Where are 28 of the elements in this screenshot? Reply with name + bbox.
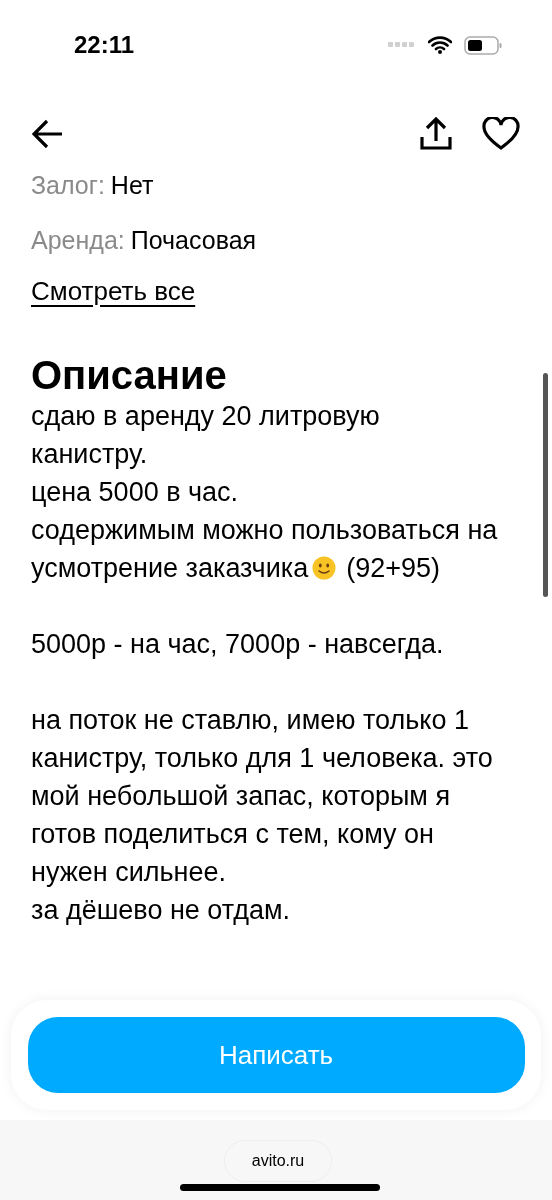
share-icon[interactable] [420,117,452,151]
wifi-icon [428,36,452,54]
description-text: нужен сильнее. [31,855,227,889]
description-text: за дёшево не отдам. [31,893,291,927]
battery-icon [464,35,502,55]
description-text: усмотрение заказчика [31,551,309,585]
heart-icon[interactable] [482,117,520,151]
description-text: сдаю в аренду 20 литровую [31,399,380,433]
back-arrow-icon[interactable] [32,119,64,149]
signal-icon [388,42,416,48]
address-bar[interactable]: avito.ru [224,1140,332,1182]
description-text: канистру. [31,437,148,471]
param-label: Залог: [31,176,105,201]
smiley-icon [312,555,337,580]
description-text: канистру, только для 1 человека. это [31,741,493,775]
description-text: цена 5000 в час. [31,475,239,509]
description-text: содержимым можно пользоваться на [31,513,498,547]
description-text: 5000р - на час, 7000р - навсегда. [31,627,444,661]
see-all-link[interactable]: Смотреть все [31,271,196,311]
description-text: (92+95) [346,551,440,585]
param-label: Аренда: [31,225,125,256]
description-heading: Описание [31,352,228,397]
status-time: 22:11 [74,30,135,60]
description-text: мой небольшой запас, которым я [31,779,450,813]
description-text: на поток не ставлю, имею только 1 [31,703,469,737]
description-text: готов поделиться с тем, кому он [31,817,434,851]
param-value: Нет [110,176,154,201]
param-value: Почасовая [130,225,257,256]
